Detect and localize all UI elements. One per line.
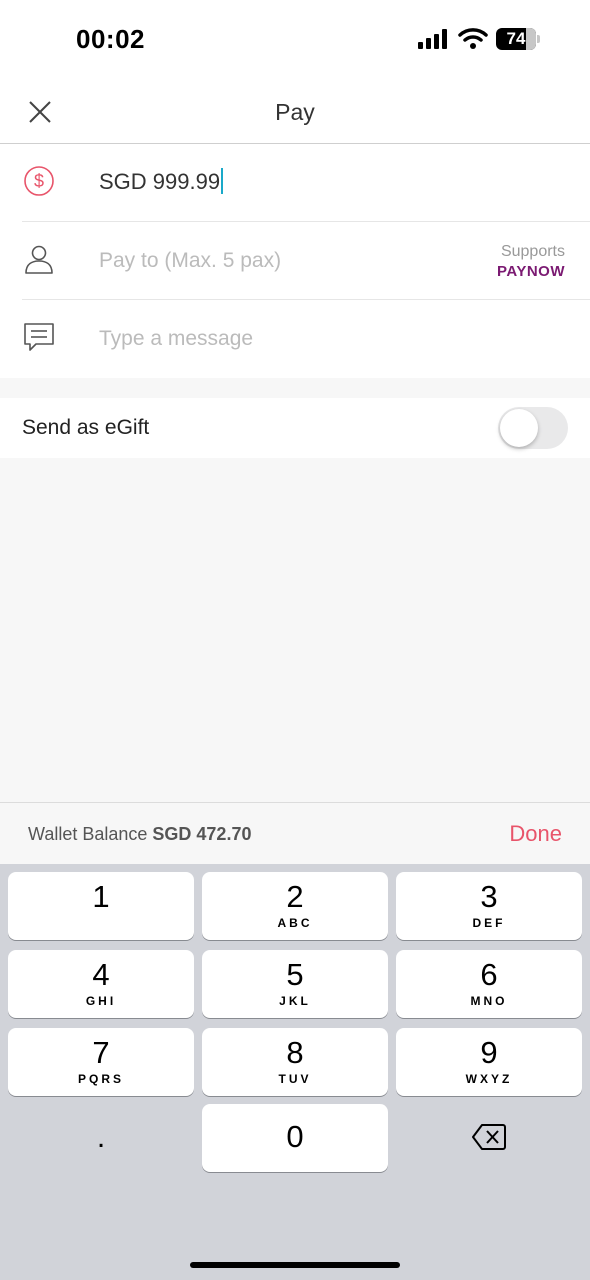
battery-indicator: 74 — [496, 28, 540, 50]
key-number: 4 — [92, 957, 110, 992]
key-2[interactable]: 2 ABC — [202, 872, 388, 940]
egift-label: Send as eGift — [22, 416, 150, 439]
key-letters: MNO — [470, 994, 508, 1008]
key-1[interactable]: 1 — [8, 872, 194, 940]
key-letters: JKL — [279, 994, 311, 1008]
key-letters: ABC — [277, 916, 313, 930]
wallet-bar: Wallet Balance SGD 472.70 Done — [0, 802, 590, 864]
key-decimal[interactable]: . — [8, 1108, 194, 1176]
paynow-logo: PAYNOW — [496, 263, 565, 280]
message-row[interactable] — [22, 300, 590, 378]
key-3[interactable]: 3 DEF — [396, 872, 582, 940]
key-number: 2 — [286, 879, 304, 914]
wallet-balance-amount: SGD 472.70 — [152, 824, 252, 844]
key-4[interactable]: 4 GHI — [8, 950, 194, 1018]
key-letters: WXYZ — [465, 1072, 513, 1086]
key-number: 9 — [480, 1035, 498, 1070]
backspace-icon — [472, 1124, 506, 1150]
egift-row: Send as eGift — [0, 398, 590, 458]
supports-label: Supports — [500, 243, 565, 260]
key-letters: DEF — [472, 916, 506, 930]
message-input[interactable] — [99, 300, 479, 378]
dollar-icon: $ — [24, 166, 54, 196]
done-button[interactable]: Done — [509, 821, 562, 847]
key-letters: TUV — [278, 1072, 312, 1086]
key-number: 0 — [286, 1119, 304, 1154]
message-icon — [24, 323, 54, 351]
key-number: 1 — [92, 879, 110, 914]
key-7[interactable]: 7 PQRS — [8, 1028, 194, 1096]
amount-row[interactable]: $ SGD 999.99 — [22, 144, 590, 222]
backspace-key[interactable] — [396, 1104, 582, 1172]
toggle-knob — [500, 409, 538, 447]
key-letters: PQRS — [77, 1072, 124, 1086]
wallet-balance: Wallet Balance SGD 472.70 — [28, 824, 251, 845]
key-number: 8 — [286, 1035, 304, 1070]
battery-tip — [537, 35, 540, 43]
key-0[interactable]: 0 — [202, 1104, 388, 1172]
home-indicator[interactable] — [190, 1262, 400, 1268]
wifi-icon — [458, 28, 488, 49]
key-letters: GHI — [85, 994, 117, 1008]
pay-to-input[interactable] — [99, 222, 479, 300]
battery-percent: 74 — [506, 29, 526, 48]
cellular-signal-icon — [418, 29, 447, 49]
egift-toggle[interactable] — [498, 407, 568, 449]
pay-to-row[interactable]: Supports PAYNOW — [22, 222, 590, 300]
key-number: 7 — [92, 1035, 110, 1070]
amount-field[interactable]: SGD 999.99 — [99, 168, 224, 195]
page-title: Pay — [275, 99, 315, 125]
key-9[interactable]: 9 WXYZ — [396, 1028, 582, 1096]
wallet-balance-label: Wallet Balance — [28, 824, 148, 844]
amount-value: SGD 999.99 — [99, 169, 221, 194]
battery-body: 74 — [496, 28, 536, 50]
key-number: 3 — [480, 879, 498, 914]
numeric-keypad: 1 2 ABC 3 DEF 4 GHI 5 JKL 6 MNO 7 PQRS 8… — [0, 864, 590, 1280]
header: Pay — [0, 80, 590, 144]
status-bar: 00:02 74 — [0, 0, 590, 80]
decimal-label: . — [96, 1121, 106, 1154]
person-icon — [25, 245, 53, 274]
key-8[interactable]: 8 TUV — [202, 1028, 388, 1096]
svg-text:$: $ — [34, 171, 44, 191]
key-number: 6 — [480, 957, 498, 992]
key-6[interactable]: 6 MNO — [396, 950, 582, 1018]
text-caret — [221, 168, 224, 194]
paynow-support: Supports PAYNOW — [497, 243, 565, 280]
pay-form: $ SGD 999.99 Supports PAYNOW — [0, 144, 590, 378]
key-5[interactable]: 5 JKL — [202, 950, 388, 1018]
status-time: 00:02 — [76, 24, 145, 54]
key-number: 5 — [286, 957, 304, 992]
